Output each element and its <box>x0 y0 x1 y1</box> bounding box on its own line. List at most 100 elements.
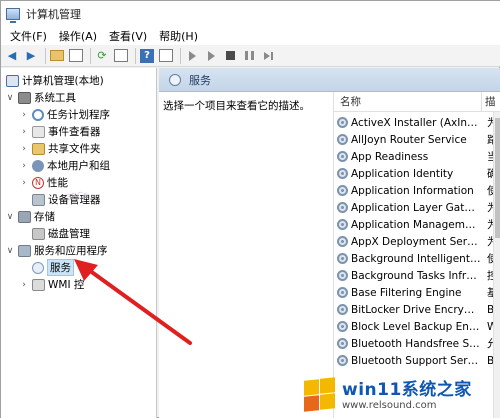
service-row[interactable]: BitLocker Drive Encryptio... B <box>334 301 500 318</box>
chevron-right-icon[interactable]: › <box>19 110 29 120</box>
service-name: Bluetooth Handsfree Ser... <box>351 337 481 350</box>
service-name: Application Layer Gatewa... <box>351 201 481 214</box>
chevron-right-icon[interactable]: › <box>19 144 29 154</box>
restart-service-button[interactable] <box>260 48 276 64</box>
clock-icon <box>32 108 44 121</box>
service-row[interactable]: Application Identity确 <box>334 165 500 182</box>
folder-icon <box>50 50 64 61</box>
tree-item-services[interactable]: 服务 <box>29 259 74 276</box>
watermark-title: win11系统之家 <box>342 380 472 400</box>
service-row[interactable]: AllJoyn Router Service路 <box>334 131 500 148</box>
chevron-right-icon[interactable]: › <box>19 178 29 188</box>
tree-item-task-scheduler[interactable]: › 任务计划程序 <box>19 106 110 123</box>
storage-icon <box>18 210 31 223</box>
menu-file[interactable]: 文件(F) <box>4 28 53 44</box>
properties-button[interactable] <box>158 48 174 64</box>
services-pane: 服务 选择一个项目来查看它的描述。 名称 描 ActiveX Installer… <box>159 68 500 418</box>
service-row[interactable]: Background Tasks Infras...控 <box>334 267 500 284</box>
chevron-down-icon[interactable]: ∨ <box>5 246 15 256</box>
tree-label: 磁盘管理 <box>48 228 90 240</box>
tree-item-storage[interactable]: ∨ 存储 <box>5 208 55 225</box>
stop-icon <box>225 51 235 60</box>
service-row[interactable]: Block Level Backup Engi...W <box>334 318 500 335</box>
service-name: App Readiness <box>351 150 429 163</box>
service-row[interactable]: Application Information使 <box>334 182 500 199</box>
service-row[interactable]: App Readiness当 <box>334 148 500 165</box>
service-gear-icon <box>337 151 348 162</box>
tree-item-performance[interactable]: › N 性能 <box>19 174 68 191</box>
forward-arrow-icon[interactable]: ▶ <box>23 48 39 64</box>
scrollbar-thumb[interactable] <box>495 118 500 238</box>
column-header-description[interactable]: 描 <box>482 94 496 109</box>
chevron-right-icon[interactable]: › <box>19 127 29 137</box>
chevron-right-icon[interactable]: › <box>19 161 29 171</box>
disk-icon <box>32 227 45 240</box>
start-service-button[interactable] <box>184 48 200 64</box>
service-gear-icon <box>337 134 348 145</box>
service-gear-icon <box>337 304 348 315</box>
tree-item-event-viewer[interactable]: › 事件查看器 <box>19 123 101 140</box>
service-name: AllJoyn Router Service <box>351 133 467 146</box>
title-bar: 计算机管理 <box>1 1 500 26</box>
show-hide-tree-button[interactable] <box>68 48 84 64</box>
service-row[interactable]: Bluetooth Support Service B <box>334 352 500 369</box>
menu-view[interactable]: 查看(V) <box>103 28 153 44</box>
menu-action[interactable]: 操作(A) <box>53 28 103 44</box>
service-name: Application Identity <box>351 167 454 180</box>
device-manager-icon <box>32 193 45 206</box>
export-list-button[interactable] <box>113 48 129 64</box>
back-arrow-icon[interactable]: ◀ <box>4 48 20 64</box>
tree-label: 任务计划程序 <box>47 109 110 121</box>
tree-label: 存储 <box>34 211 55 223</box>
tree-label: 本地用户和组 <box>47 160 110 172</box>
service-name: Base Filtering Engine <box>351 286 462 299</box>
up-folder-button[interactable] <box>49 48 65 64</box>
tree-item-local-users[interactable]: › 本地用户和组 <box>19 157 110 174</box>
restart-icon <box>263 51 273 60</box>
help-icon: ? <box>140 48 154 63</box>
watermark-url: www.relsound.com <box>342 400 437 411</box>
service-row[interactable]: Bluetooth Handsfree Ser...允 <box>334 335 500 352</box>
service-row[interactable]: Base Filtering Engine基 <box>334 284 500 301</box>
service-row[interactable]: AppX Deployment Servic...为 <box>334 233 500 250</box>
stop-service-button[interactable] <box>222 48 238 64</box>
service-row[interactable]: Background Intelligent T...使 <box>334 250 500 267</box>
chevron-right-icon[interactable]: › <box>19 280 29 290</box>
menu-help[interactable]: 帮助(H) <box>153 28 204 44</box>
tree-label: 性能 <box>47 177 68 189</box>
users-icon <box>32 159 44 172</box>
console-tree: 计算机管理(本地) ∨ 系统工具 › 任务计划程序 › 事件查看器 › 共享文件… <box>1 68 157 418</box>
service-name: BitLocker Drive Encryptio... <box>351 303 481 316</box>
list-header: 名称 描 <box>334 91 500 112</box>
tree-item-system-tools[interactable]: ∨ 系统工具 <box>5 89 76 106</box>
service-row[interactable]: ActiveX Installer (AxInstSV)为 <box>334 114 500 131</box>
tree-item-shared-folders[interactable]: › 共享文件夹 <box>19 140 101 157</box>
export-icon <box>114 49 128 62</box>
service-gear-icon <box>337 287 348 298</box>
help-button[interactable]: ? <box>139 48 155 64</box>
chevron-down-icon[interactable]: ∨ <box>5 212 15 222</box>
event-log-icon <box>32 125 45 138</box>
service-row[interactable]: Application Management为 <box>334 216 500 233</box>
service-row[interactable]: Application Layer Gatewa...为 <box>334 199 500 216</box>
start-service-alt-button[interactable] <box>203 48 219 64</box>
tree-item-wmi[interactable]: › WMI 控 <box>19 276 84 293</box>
tree-label: 事件查看器 <box>48 126 101 138</box>
tools-icon <box>18 91 31 104</box>
refresh-button[interactable]: ⟳ <box>94 48 110 64</box>
service-gear-icon <box>337 219 348 230</box>
properties-icon <box>159 49 173 62</box>
tree-label: 系统工具 <box>34 92 76 104</box>
services-header: 服务 <box>159 68 500 92</box>
service-gear-icon <box>337 117 348 128</box>
tree-item-disk-management[interactable]: 磁盘管理 <box>29 225 90 242</box>
service-name: Application Management <box>351 218 481 231</box>
pause-service-button[interactable] <box>241 48 257 64</box>
toolbar-separator <box>90 47 91 64</box>
tree-item-services-and-apps[interactable]: ∨ 服务和应用程序 <box>5 242 108 259</box>
column-header-name[interactable]: 名称 <box>334 91 482 112</box>
chevron-down-icon[interactable]: ∨ <box>5 93 15 103</box>
toolbar-separator <box>45 47 46 64</box>
tree-label: 共享文件夹 <box>48 143 101 155</box>
tree-item-root[interactable]: 计算机管理(本地) <box>3 72 104 89</box>
